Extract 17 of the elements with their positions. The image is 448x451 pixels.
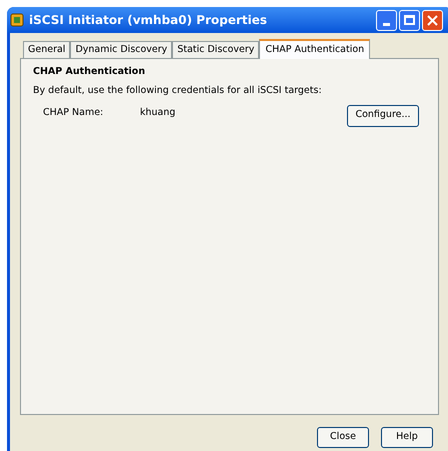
section-heading: CHAP Authentication: [33, 65, 146, 79]
description-text: By default, use the following credentials for all iSCSI targets:: [33, 84, 323, 98]
close-icon: [427, 14, 438, 26]
field-value: khuang: [140, 106, 176, 120]
maximize-button[interactable]: [399, 10, 420, 30]
configure-button[interactable]: Configure...: [347, 104, 419, 126]
field-label: CHAP Name:: [43, 106, 104, 120]
close-button[interactable]: [422, 10, 443, 30]
tab[interactable]: General: [23, 41, 70, 58]
tab[interactable]: CHAP Authentication: [259, 39, 370, 59]
app-icon: [10, 13, 24, 27]
window-title: iSCSI Initiator (vmhba0) Properties: [29, 12, 268, 29]
tab[interactable]: Dynamic Discovery: [70, 41, 172, 58]
tab[interactable]: Static Discovery: [172, 41, 260, 58]
dialog-button[interactable]: Close: [317, 427, 369, 448]
dialog-button[interactable]: Help: [381, 427, 433, 448]
minimize-button[interactable]: [376, 10, 397, 30]
